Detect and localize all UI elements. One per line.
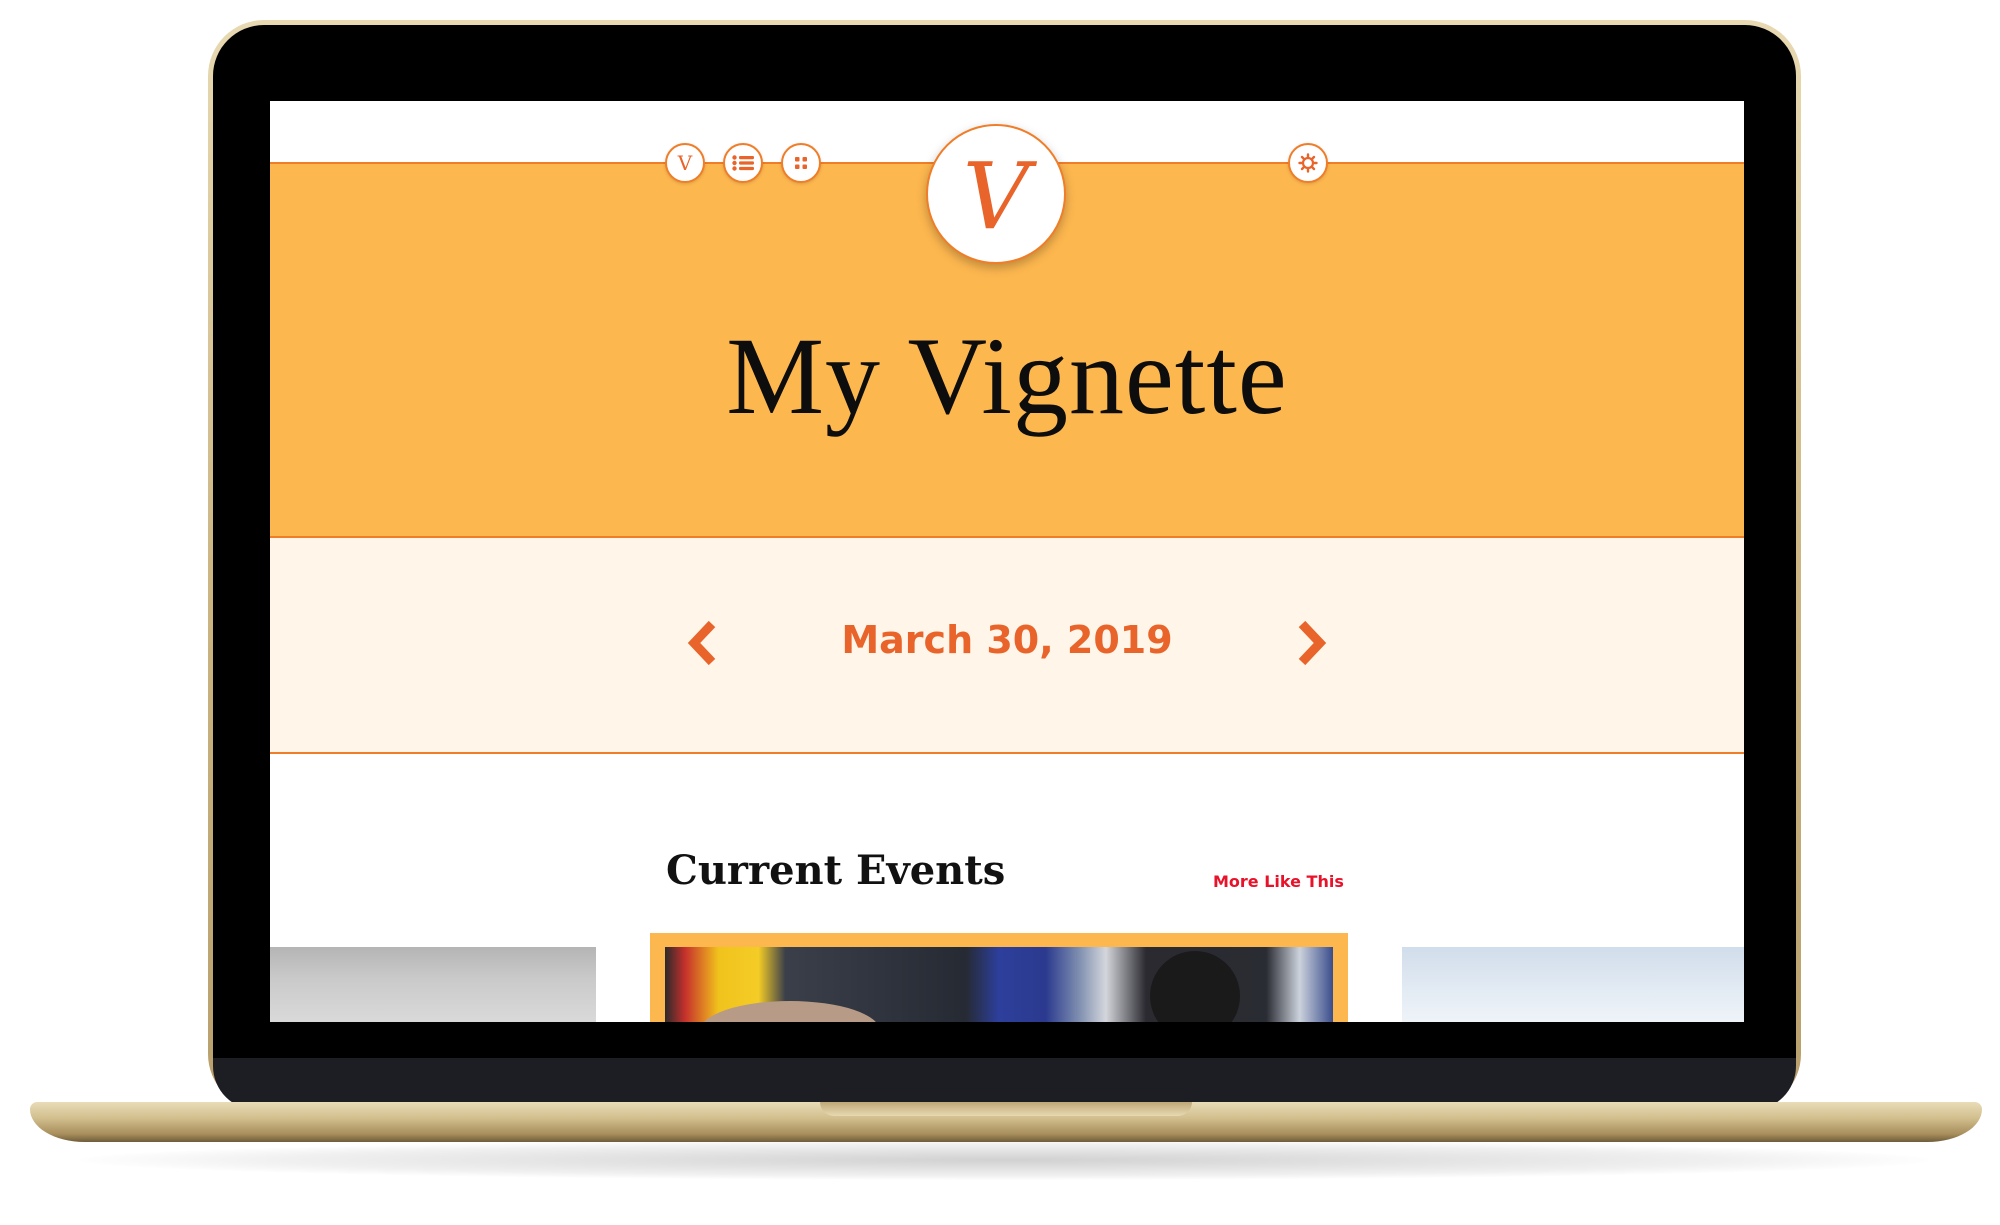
list-icon[interactable]	[723, 143, 763, 183]
page-title: My Vignette	[726, 315, 1288, 437]
section-title: Current Events	[666, 847, 1006, 894]
more-like-this-link[interactable]: More Like This	[1213, 874, 1344, 890]
chevron-right-icon[interactable]	[1292, 618, 1332, 668]
grid-icon[interactable]	[781, 143, 821, 183]
laptop-notch	[820, 1102, 1192, 1116]
vignette-icon[interactable]: V	[665, 143, 705, 183]
news-card-right[interactable]	[1402, 947, 1744, 1022]
gear-glyph	[1298, 153, 1318, 173]
grid-glyph	[795, 157, 807, 169]
logo-letter: V	[962, 143, 1030, 250]
gear-icon[interactable]	[1288, 143, 1328, 183]
laptop-shadow	[80, 1140, 1930, 1180]
list-glyph	[732, 155, 754, 171]
news-card-left[interactable]	[270, 947, 596, 1022]
app-screen: V V My Vignette March 30, 2019 Current E…	[270, 101, 1744, 1022]
current-date: March 30, 2019	[841, 618, 1173, 662]
vignette-letter: V	[677, 151, 693, 175]
app-logo[interactable]: V	[926, 124, 1066, 264]
